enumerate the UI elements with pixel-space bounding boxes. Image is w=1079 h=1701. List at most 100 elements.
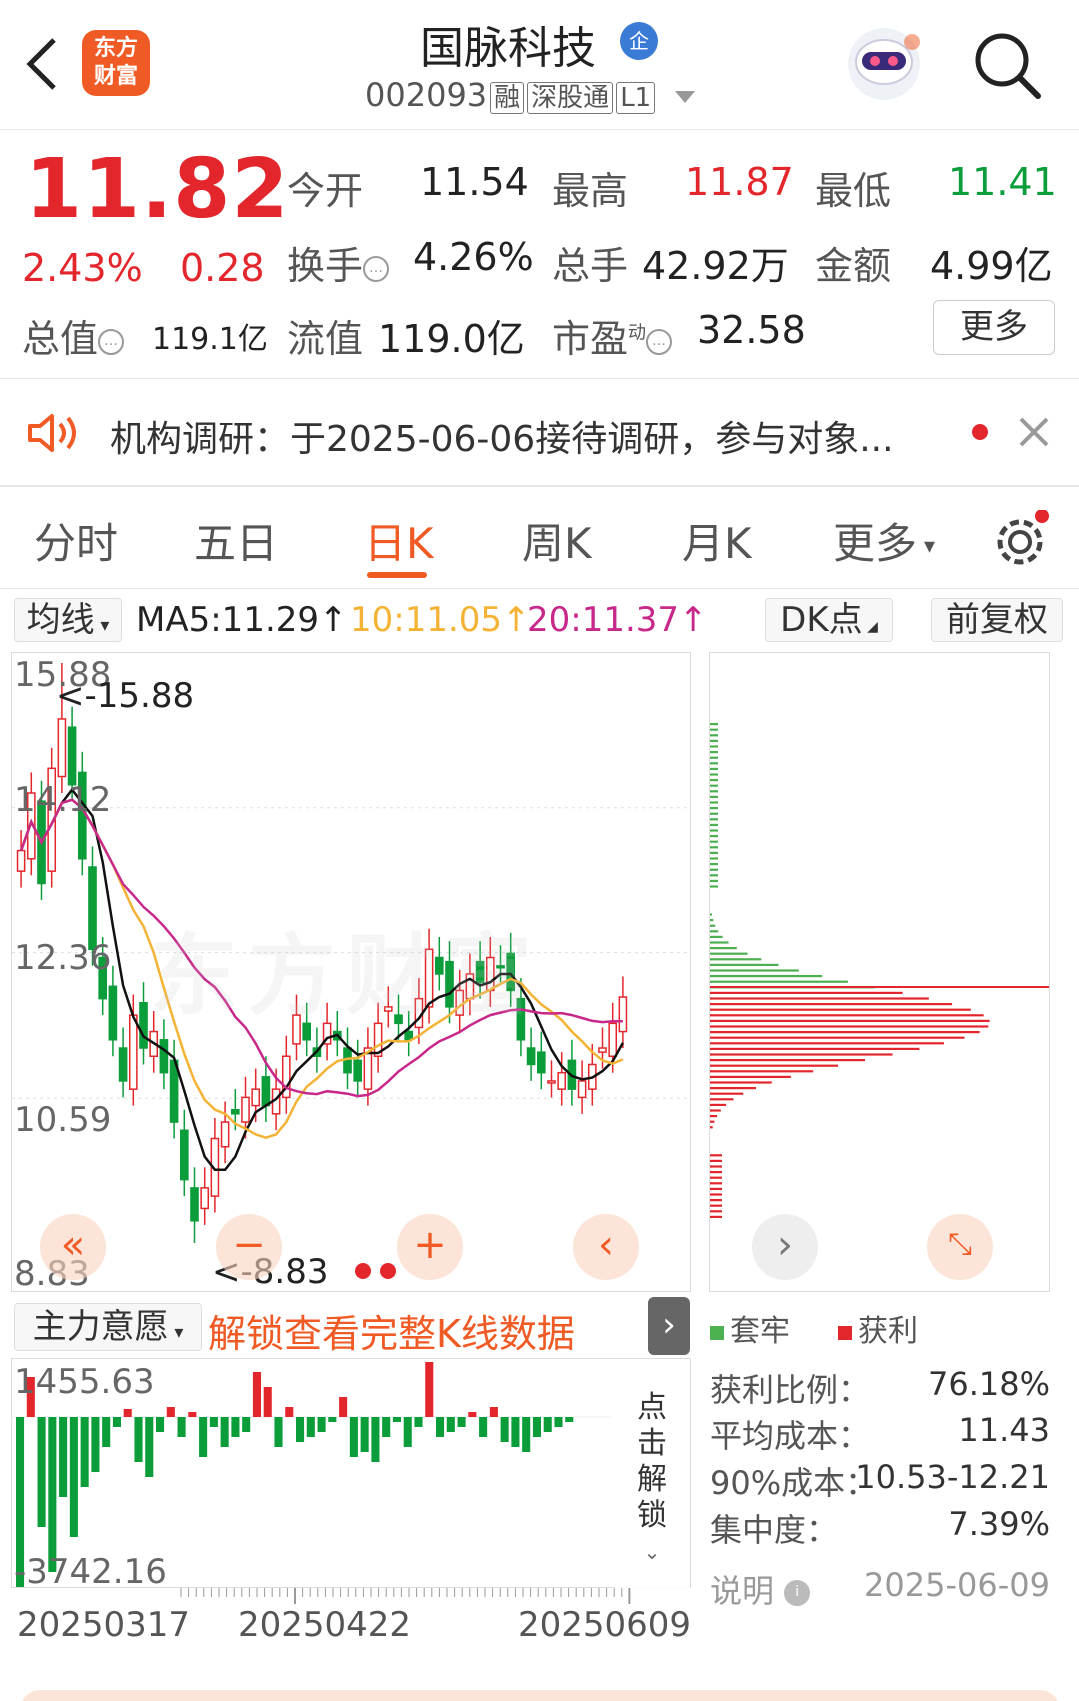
click-unlock-button[interactable]: 点击解锁 ⌄ (614, 1362, 690, 1588)
sub-bar (306, 1417, 315, 1437)
chip-bar (710, 751, 718, 754)
chip-bar (710, 924, 716, 927)
candle-body (67, 726, 77, 786)
sub-bar (382, 1417, 391, 1437)
margin-tag: 融 (490, 82, 525, 114)
chip-bar (710, 1154, 722, 1157)
notice-text[interactable]: 机构调研：于2025-06-06接待调研，参与对象... (110, 410, 894, 462)
scroll-left-button[interactable]: ‹ (573, 1214, 639, 1280)
info-icon[interactable]: … (363, 255, 390, 282)
candle-body (577, 1080, 587, 1099)
zoom-out-button[interactable]: − (216, 1214, 282, 1280)
bottom-banner[interactable] (20, 1690, 1060, 1701)
chip-bar (710, 812, 718, 815)
candle-body (190, 1187, 199, 1222)
chip-bar (710, 807, 718, 810)
volume-value: 42.92万 (642, 244, 789, 288)
chip-bar (710, 1098, 734, 1101)
sub-bar (479, 1417, 488, 1437)
tab-five-day[interactable]: 五日 (194, 510, 278, 571)
unlock-kline-link[interactable]: 解锁查看完整K线数据 (208, 1303, 575, 1358)
settings-gear-icon[interactable] (992, 510, 1054, 572)
chip-bar (710, 1014, 984, 1017)
chip-bar (710, 1070, 814, 1073)
tab-intraday[interactable]: 分时 (34, 510, 118, 571)
pe-value: 32.58 (697, 308, 806, 352)
sub-bar (209, 1417, 218, 1427)
sub-bar (371, 1417, 380, 1462)
info-icon[interactable]: … (98, 328, 125, 355)
chip-bar (710, 846, 718, 849)
turnover-label: 换手… (287, 235, 390, 290)
sub-bar (446, 1417, 455, 1432)
tab-more[interactable]: 更多 ▾ (833, 510, 935, 571)
change-percent: 2.43% (22, 246, 143, 290)
candle-body (547, 1080, 556, 1084)
ma10-value: 10:11.05↑ (350, 600, 531, 640)
candle-body (598, 1047, 607, 1053)
more-quote-button[interactable]: 更多 (933, 300, 1055, 355)
tab-monthly-k[interactable]: 月K (682, 510, 752, 571)
active-tab-indicator (367, 572, 427, 578)
chip-bar (710, 1120, 715, 1123)
sub-bar (188, 1412, 197, 1417)
candle-body (261, 1076, 271, 1107)
y-axis-label: 10.59 (14, 1100, 112, 1140)
sub-bar (565, 1417, 574, 1422)
sub-bar (296, 1417, 305, 1442)
zoom-in-button[interactable]: + (397, 1214, 463, 1280)
sub-bar (80, 1417, 89, 1487)
sub-bar (403, 1417, 412, 1447)
adjust-select[interactable]: 前复权 (931, 598, 1063, 642)
sub-bar (220, 1417, 229, 1447)
chip-bar (710, 818, 718, 821)
tab-daily-k[interactable]: 日K (364, 510, 434, 571)
chip-bar (710, 1176, 722, 1179)
chip-bar (710, 739, 718, 742)
max-price-marker: <-15.88 (56, 676, 195, 716)
robot-assistant-icon[interactable] (842, 22, 926, 106)
stock-code-row[interactable]: 002093 融深股通 L1 (365, 76, 696, 114)
close-icon[interactable] (1018, 416, 1050, 448)
dropdown-caret-icon[interactable] (675, 91, 696, 103)
fast-back-button[interactable]: « (40, 1214, 106, 1280)
stock-name: 国脉科技 (420, 23, 596, 74)
chip-prev-button[interactable]: › (752, 1214, 818, 1280)
expand-arrow-icon[interactable]: › (648, 1297, 690, 1355)
chip-bar (710, 863, 718, 866)
sub-bar (112, 1417, 121, 1427)
chip-bar (710, 1126, 713, 1129)
divider (0, 378, 1079, 379)
sub-bar (69, 1417, 78, 1537)
info-icon[interactable]: … (646, 328, 673, 355)
chip-distribution-chart (709, 652, 1050, 1292)
dk-point-button[interactable]: DK点 ◢ (765, 598, 893, 642)
back-arrow-icon[interactable] (24, 36, 60, 92)
chip-bar (710, 773, 718, 776)
search-icon[interactable] (970, 28, 1044, 102)
app-logo: 东方 财富 (82, 30, 150, 96)
chip-bar (710, 1159, 722, 1162)
candle-body (200, 1187, 210, 1210)
chip-note-row[interactable]: 说明 i 2025-06-09 (710, 1566, 1050, 1612)
sub-bar (468, 1412, 477, 1417)
chip-bar (710, 1019, 990, 1022)
fullscreen-expand-icon[interactable]: ⤡ (927, 1214, 993, 1280)
chip-bar (710, 1036, 965, 1039)
candle-body (230, 1108, 240, 1115)
high-label: 最高 (552, 169, 629, 213)
info-icon[interactable]: i (784, 1580, 811, 1606)
tab-weekly-k[interactable]: 周K (522, 510, 592, 571)
sub-indicator-select[interactable]: 主力意愿 ▾ (14, 1303, 202, 1351)
candle-body (618, 996, 628, 1033)
chip-bar (710, 1064, 839, 1067)
sub-bar (274, 1417, 283, 1447)
chip-bar (710, 1042, 944, 1045)
low-value: 11.41 (948, 160, 1057, 204)
total-mv-label: 总值… (22, 308, 125, 363)
legend-loss: 套牢 (710, 1306, 790, 1350)
sub-bar (457, 1417, 466, 1427)
volume-label: 总手 (552, 244, 629, 288)
indicator-select[interactable]: 均线 ▾ (14, 598, 122, 642)
sub-bottom-label: -3742.16 (14, 1552, 167, 1592)
